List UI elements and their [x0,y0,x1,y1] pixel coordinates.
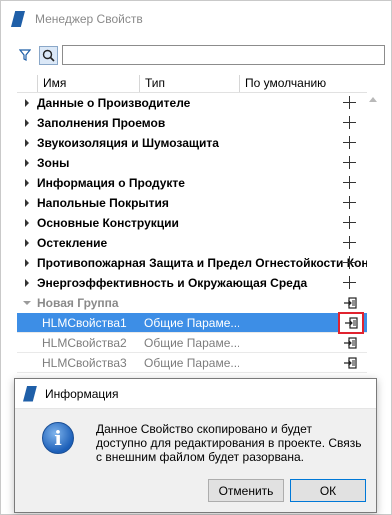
import-link-icon[interactable] [340,334,360,352]
dialog-message: Данное Свойство скопировано и будет дост… [96,422,362,464]
column-header-type[interactable]: Тип [139,75,239,92]
property-type: Общие Параме... [144,355,239,370]
add-property-icon[interactable] [342,95,357,110]
properties-table: Имя Тип По умолчанию Данные о Производит… [17,75,367,373]
table-header: Имя Тип По умолчанию [17,75,367,93]
cancel-button[interactable]: Отменить [208,479,284,502]
search-icon [42,49,55,62]
property-row[interactable]: HLMСвойства2 Общие Параме... [17,333,367,353]
add-property-icon[interactable] [342,255,357,270]
group-row[interactable]: Звукоизоляция и Шумозащита [17,133,367,153]
ok-button[interactable]: ОК [290,479,366,502]
add-property-icon[interactable] [342,175,357,190]
group-label: Информация о Продукте [37,176,185,190]
add-property-icon[interactable] [342,215,357,230]
group-row-new-group[interactable]: Новая Группа [17,293,367,313]
group-label: Данные о Производителе [37,96,191,110]
add-property-icon[interactable] [342,275,357,290]
app-logo-icon [11,11,25,27]
group-label: Зоны [37,156,70,170]
property-type: Общие Параме... [144,335,239,350]
search-input[interactable] [62,45,385,65]
property-name: HLMСвойства2 [42,335,127,350]
group-row[interactable]: Напольные Покрытия [17,193,367,213]
group-label: Противопожарная Защита и Предел Огнестой… [37,256,367,270]
group-row[interactable]: Заполнения Проемов [17,113,367,133]
group-label: Энергоэффективность и Окружающая Среда [37,276,308,290]
filter-icon[interactable] [17,47,33,63]
header-spacer [17,75,37,92]
expand-arrow-icon[interactable] [17,219,37,227]
column-header-name[interactable]: Имя [37,75,139,92]
property-type: Общие Параме... [144,315,239,330]
info-icon: i [42,422,74,454]
property-name: HLMСвойства1 [42,315,127,330]
import-link-icon[interactable] [340,294,360,312]
information-dialog: Информация i Данное Свойство скопировано… [14,378,377,513]
import-link-icon[interactable] [340,354,360,372]
expand-arrow-icon[interactable] [17,159,37,167]
add-property-icon[interactable] [342,135,357,150]
group-row[interactable]: Энергоэффективность и Окружающая Среда [17,273,367,293]
toolbar [17,45,385,65]
window-title: Менеджер Свойств [35,12,143,26]
expand-arrow-icon[interactable] [17,119,37,127]
group-label: Заполнения Проемов [37,116,166,130]
dialog-body: i Данное Свойство скопировано и будет до… [15,410,376,470]
group-label: Основные Конструкции [37,216,179,230]
property-manager-window: Менеджер Свойств Имя Тип По умолчанию Да… [0,0,392,515]
dialog-title-bar: Информация [15,379,376,409]
expand-arrow-icon[interactable] [17,239,37,247]
import-link-icon[interactable] [338,312,364,334]
expand-arrow-icon[interactable] [17,179,37,187]
property-row[interactable]: HLMСвойства1 Общие Параме... [17,312,367,334]
app-logo-icon [23,385,37,402]
group-label: Напольные Покрытия [37,196,169,210]
search-button[interactable] [39,45,58,65]
add-property-icon[interactable] [342,115,357,130]
expand-arrow-icon[interactable] [17,259,37,267]
group-row[interactable]: Информация о Продукте [17,173,367,193]
group-row[interactable]: Зоны [17,153,367,173]
group-label: Звукоизоляция и Шумозащита [37,136,219,150]
property-row[interactable]: HLMСвойства3 Общие Параме... [17,353,367,373]
collapse-arrow-icon[interactable] [17,301,37,305]
expand-arrow-icon[interactable] [17,139,37,147]
group-row[interactable]: Противопожарная Защита и Предел Огнестой… [17,253,367,273]
expand-arrow-icon[interactable] [17,279,37,287]
add-property-icon[interactable] [342,235,357,250]
group-label: Остекление [37,236,108,250]
title-bar: Менеджер Свойств [1,1,391,37]
property-name: HLMСвойства3 [42,355,127,370]
expand-arrow-icon[interactable] [17,99,37,107]
dialog-footer: Отменить ОК [15,469,376,512]
dialog-title: Информация [45,386,119,401]
expand-arrow-icon[interactable] [17,199,37,207]
group-row[interactable]: Остекление [17,233,367,253]
group-row[interactable]: Данные о Производителе [17,93,367,113]
group-row[interactable]: Основные Конструкции [17,213,367,233]
column-header-default[interactable]: По умолчанию [239,75,367,92]
add-property-icon[interactable] [342,195,357,210]
scroll-up-arrow[interactable] [369,97,377,102]
add-property-icon[interactable] [342,155,357,170]
group-label: Новая Группа [37,296,119,310]
